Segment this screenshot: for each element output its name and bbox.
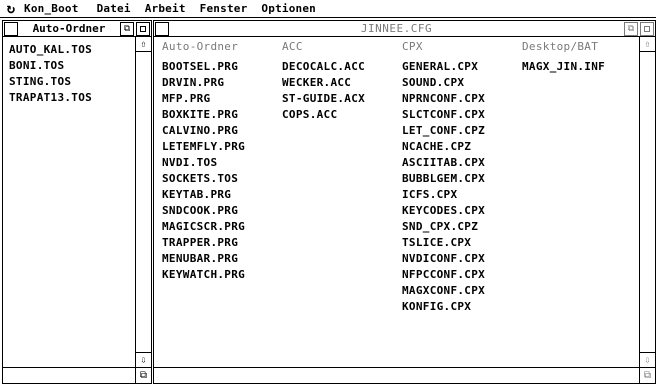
file-item[interactable]: ASCIITAB.CPX (402, 155, 485, 171)
file-item[interactable]: LET_CONF.CPZ (402, 123, 485, 139)
right-horizontal-scrollbar[interactable] (154, 367, 639, 383)
close-box-icon[interactable] (155, 21, 169, 36)
fuller-box-icon[interactable] (640, 21, 654, 36)
file-item[interactable]: GENERAL.CPX (402, 59, 478, 75)
file-item[interactable]: NFPCCONF.CPX (402, 267, 485, 283)
file-item[interactable]: AUTO_KAL.TOS (9, 42, 92, 58)
file-item[interactable]: MFP.PRG (162, 91, 210, 107)
menu-arbeit[interactable]: Arbeit (145, 2, 186, 15)
file-item[interactable]: KEYCODES.CPX (402, 203, 485, 219)
file-item[interactable]: SNDCOOK.PRG (162, 203, 238, 219)
scroll-down-icon[interactable]: ⇩ (136, 352, 151, 367)
file-item[interactable]: NPRNCONF.CPX (402, 91, 485, 107)
size-box-icon[interactable]: ⧉ (639, 367, 655, 383)
column-header-acc: ACC (282, 40, 303, 53)
iconify-box-icon[interactable]: ⧉ (120, 21, 134, 36)
left-horizontal-scrollbar[interactable] (3, 367, 135, 383)
scroll-up-icon[interactable]: ⇧ (136, 37, 151, 52)
file-item[interactable]: SLCTCONF.CPX (402, 107, 485, 123)
window-title: Auto-Ordner (32, 21, 106, 35)
close-box-icon[interactable] (4, 21, 18, 36)
column-header-auto-ordner: Auto-Ordner (162, 40, 239, 53)
file-item[interactable]: COPS.ACC (282, 107, 337, 123)
file-item[interactable]: MAGXCONF.CPX (402, 283, 485, 299)
window-title: JINNEE.CFG (360, 21, 433, 35)
file-item[interactable]: SOUND.CPX (402, 75, 464, 91)
iconify-box-icon[interactable]: ⧉ (624, 21, 638, 36)
file-item[interactable]: MAGICSCR.PRG (162, 219, 245, 235)
left-vertical-scrollbar[interactable]: ⇧ ⇩ (135, 37, 151, 367)
file-item[interactable]: TRAPAT13.TOS (9, 90, 92, 106)
scroll-up-icon[interactable]: ⇧ (640, 37, 655, 52)
file-item[interactable]: CALVINO.PRG (162, 123, 238, 139)
menu-fenster[interactable]: Fenster (200, 2, 248, 15)
menu-optionen[interactable]: Optionen (261, 2, 316, 15)
file-item[interactable]: BUBBLGEM.CPX (402, 171, 485, 187)
file-item[interactable]: MAGX_JIN.INF (522, 59, 605, 75)
file-item[interactable]: BONI.TOS (9, 58, 64, 74)
file-item[interactable]: KEYWATCH.PRG (162, 267, 245, 283)
auto-ordner-titlebar[interactable]: Auto-Ordner ⧉ (3, 21, 151, 37)
menu-datei[interactable]: Datei (97, 2, 131, 15)
file-item[interactable]: MENUBAR.PRG (162, 251, 238, 267)
file-item[interactable]: ST-GUIDE.ACX (282, 91, 365, 107)
file-item[interactable]: BOXKITE.PRG (162, 107, 238, 123)
jinnee-cfg-window: JINNEE.CFG ⧉ Auto-Ordner ACC CPX Desktop… (153, 20, 656, 384)
auto-ordner-window: Auto-Ordner ⧉ AUTO_KAL.TOS BONI.TOS STIN… (2, 20, 152, 384)
file-item[interactable]: WECKER.ACC (282, 75, 351, 91)
file-item[interactable]: KEYTAB.PRG (162, 187, 231, 203)
file-item[interactable]: ICFS.CPX (402, 187, 457, 203)
file-item[interactable]: NCACHE.CPZ (402, 139, 471, 155)
menu-kon-boot[interactable]: Kon_Boot (24, 2, 79, 15)
file-item[interactable]: DRVIN.PRG (162, 75, 224, 91)
column-header-cpx: CPX (402, 40, 423, 53)
app-logo-icon[interactable]: ↻ (2, 0, 20, 17)
file-item[interactable]: TSLICE.CPX (402, 235, 471, 251)
file-item[interactable]: DECOCALC.ACC (282, 59, 365, 75)
size-box-icon[interactable]: ⧉ (135, 367, 151, 383)
file-item[interactable]: KONFIG.CPX (402, 299, 471, 315)
file-item[interactable]: SND_CPX.CPZ (402, 219, 478, 235)
jinnee-titlebar[interactable]: JINNEE.CFG ⧉ (154, 21, 655, 37)
file-item[interactable]: SOCKETS.TOS (162, 171, 238, 187)
file-item[interactable]: LETEMFLY.PRG (162, 139, 245, 155)
file-item[interactable]: STING.TOS (9, 74, 71, 90)
right-vertical-scrollbar[interactable]: ⇧ ⇩ (639, 37, 655, 367)
file-item[interactable]: NVDI.TOS (162, 155, 217, 171)
file-item[interactable]: TRAPPER.PRG (162, 235, 238, 251)
scroll-down-icon[interactable]: ⇩ (640, 352, 655, 367)
menu-bar: ↻ Kon_Boot Datei Arbeit Fenster Optionen (0, 0, 656, 18)
fuller-box-icon[interactable] (136, 21, 150, 36)
file-item[interactable]: NVDICONF.CPX (402, 251, 485, 267)
column-header-desktop-bat: Desktop/BAT (522, 40, 599, 53)
file-item[interactable]: BOOTSEL.PRG (162, 59, 238, 75)
